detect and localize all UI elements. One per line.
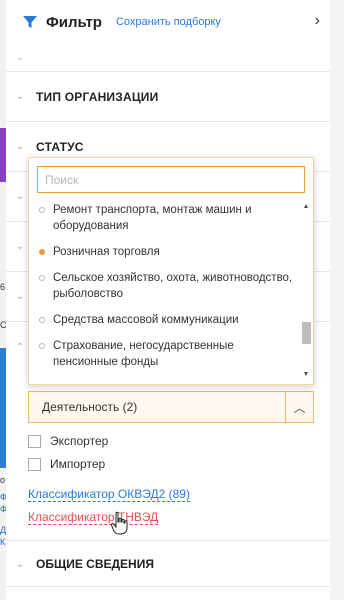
chevron-down-icon: ⌄ <box>16 191 25 202</box>
chevron-down-icon: ⌄ <box>16 241 25 252</box>
radio-dot-icon <box>39 207 45 213</box>
divider <box>6 586 330 587</box>
background-text-fragment: К <box>0 537 6 547</box>
collapse-all-icon[interactable]: ⌄ <box>6 44 330 72</box>
tnved-classifier-link[interactable]: Классификатор ТНВЭД <box>28 510 159 525</box>
checkbox-exporter[interactable]: Экспортер <box>28 434 108 448</box>
scroll-down-icon[interactable]: ▼ <box>301 370 311 380</box>
filter-title: Фильтр <box>46 13 102 31</box>
activity-select-label: Деятельность (2) <box>42 400 138 414</box>
background-text-fragment: 6 <box>0 282 6 292</box>
list-item[interactable]: Розничная торговля <box>29 239 299 265</box>
radio-dot-icon <box>39 343 45 349</box>
radio-dot-icon <box>39 249 45 255</box>
divider <box>6 540 330 541</box>
scroll-up-icon[interactable]: ▲ <box>301 202 311 212</box>
section-general-info[interactable]: ⌄ ОБЩИЕ СВЕДЕНИЯ <box>6 542 330 586</box>
dropdown-search[interactable] <box>37 166 305 193</box>
scrollbar-thumb[interactable] <box>302 322 311 344</box>
chevron-down-icon: ⌄ <box>16 291 25 302</box>
chevron-right-icon[interactable]: › <box>315 12 320 30</box>
activity-dropdown: Ремонт транспорта, монтаж машин и оборуд… <box>28 157 314 385</box>
chevron-down-icon: ⌄ <box>16 558 25 570</box>
checkbox-label: Импортер <box>50 457 106 471</box>
checkbox-label: Экспортер <box>50 434 109 448</box>
section-title: СТАТУС <box>36 139 84 154</box>
hand-cursor-icon <box>110 511 128 535</box>
dropdown-list: Ремонт транспорта, монтаж машин и оборуд… <box>29 202 299 382</box>
radio-dot-icon <box>39 275 45 281</box>
checkbox-box[interactable] <box>28 457 41 471</box>
checkbox-importer[interactable]: Импортер <box>28 457 105 471</box>
okved-classifier-link[interactable]: Классификатор ОКВЭД2 (89) <box>28 487 190 502</box>
chevron-down-icon: ⌄ <box>16 141 25 152</box>
list-item[interactable]: Сельское хозяйство, охота, животноводств… <box>29 265 299 307</box>
list-item[interactable]: Ремонт транспорта, монтаж машин и оборуд… <box>29 202 299 239</box>
filter-header: Фильтр Сохранить подборку › <box>6 0 330 44</box>
save-selection-link[interactable]: Сохранить подборку <box>116 16 221 28</box>
section-title: ОБЩИЕ СВЕДЕНИЯ <box>36 557 154 571</box>
section-title: ТИП ОРГАНИЗАЦИИ <box>36 89 159 104</box>
list-item-label: Розничная торговля <box>53 246 160 258</box>
chevron-down-icon: ⌄ <box>16 91 25 102</box>
chevron-up-icon[interactable]: ︿ <box>285 392 313 422</box>
search-input[interactable] <box>45 172 304 187</box>
checkbox-box[interactable] <box>28 434 41 448</box>
list-item-label: Ремонт транспорта, монтаж машин и оборуд… <box>53 204 252 232</box>
list-item-label: Сельское хозяйство, охота, животноводств… <box>53 272 293 300</box>
dropdown-scrollbar[interactable]: ▲ ▼ <box>301 202 311 380</box>
list-item-label: Страхование, негосударственные пенсионны… <box>53 340 234 368</box>
funnel-icon <box>23 16 37 28</box>
list-item-label: Средства массовой коммуникации <box>53 314 239 326</box>
background-text-fragment: о <box>0 475 6 485</box>
list-item[interactable]: Страхование, негосударственные пенсионны… <box>29 333 299 375</box>
radio-dot-icon <box>39 317 45 323</box>
activity-select[interactable]: Деятельность (2) ︿ <box>28 391 314 423</box>
list-item[interactable]: Средства массовой коммуникации <box>29 307 299 333</box>
chevron-up-icon: ⌃ <box>16 341 25 353</box>
background-right-strip <box>330 0 344 600</box>
section-org-type[interactable]: ⌄ ТИП ОРГАНИЗАЦИИ <box>6 72 330 122</box>
